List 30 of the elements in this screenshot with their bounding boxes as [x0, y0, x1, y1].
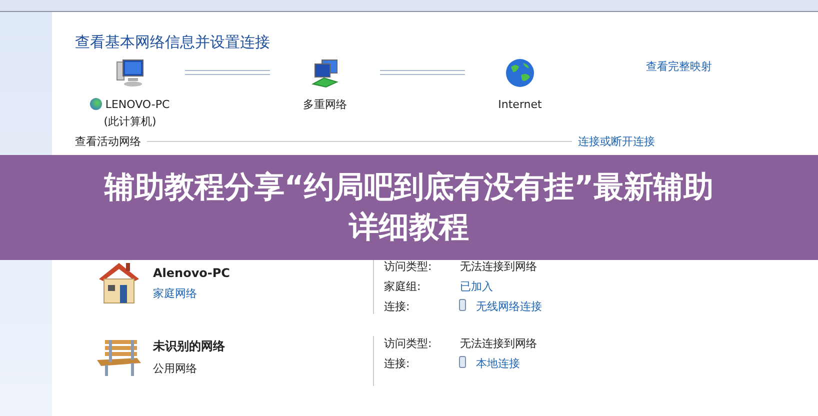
node-sublabel: (此计算机) — [104, 114, 156, 130]
node-label: LENOVO-PC — [90, 96, 170, 113]
node-label: Internet — [498, 97, 542, 113]
homegroup-icon — [90, 98, 102, 110]
detail-label: 访问类型: — [384, 336, 433, 351]
detail-label: 连接: — [384, 299, 411, 314]
detail-label: 连接: — [384, 356, 411, 371]
section-title: 查看活动网络 — [75, 134, 141, 149]
connection-link[interactable]: 本地连接 — [476, 357, 520, 370]
connection-icon — [459, 299, 466, 311]
detail-label: 访问类型: — [384, 259, 433, 274]
detail-label: 家庭组: — [384, 279, 422, 294]
computer-icon — [115, 58, 145, 88]
view-full-map-link[interactable]: 查看完整映射 — [646, 59, 712, 74]
connection-link[interactable]: 无线网络连接 — [476, 300, 542, 313]
detail-value: 无法连接到网络 — [460, 260, 537, 273]
network-type: 公用网络 — [153, 361, 198, 376]
banner-title: 辅助教程分享“约局吧到底有没有挂”最新辅助 — [104, 168, 714, 206]
node-label: 多重网络 — [303, 97, 347, 113]
homegroup-link[interactable]: 已加入 — [460, 280, 493, 293]
connection-icon — [459, 356, 466, 368]
network-name: 未识别的网络 — [153, 338, 225, 355]
connect-disconnect-link[interactable]: 连接或断开连接 — [578, 134, 655, 149]
network-type-link[interactable]: 家庭网络 — [153, 286, 230, 300]
page-title: 查看基本网络信息并设置连接 — [75, 33, 270, 52]
network-name: Alenovo-PC — [153, 266, 230, 280]
banner-title: 详细教程 — [349, 208, 469, 246]
globe-icon — [505, 58, 535, 88]
network-computers-icon — [310, 58, 340, 88]
detail-value: 无法连接到网络 — [460, 337, 537, 350]
